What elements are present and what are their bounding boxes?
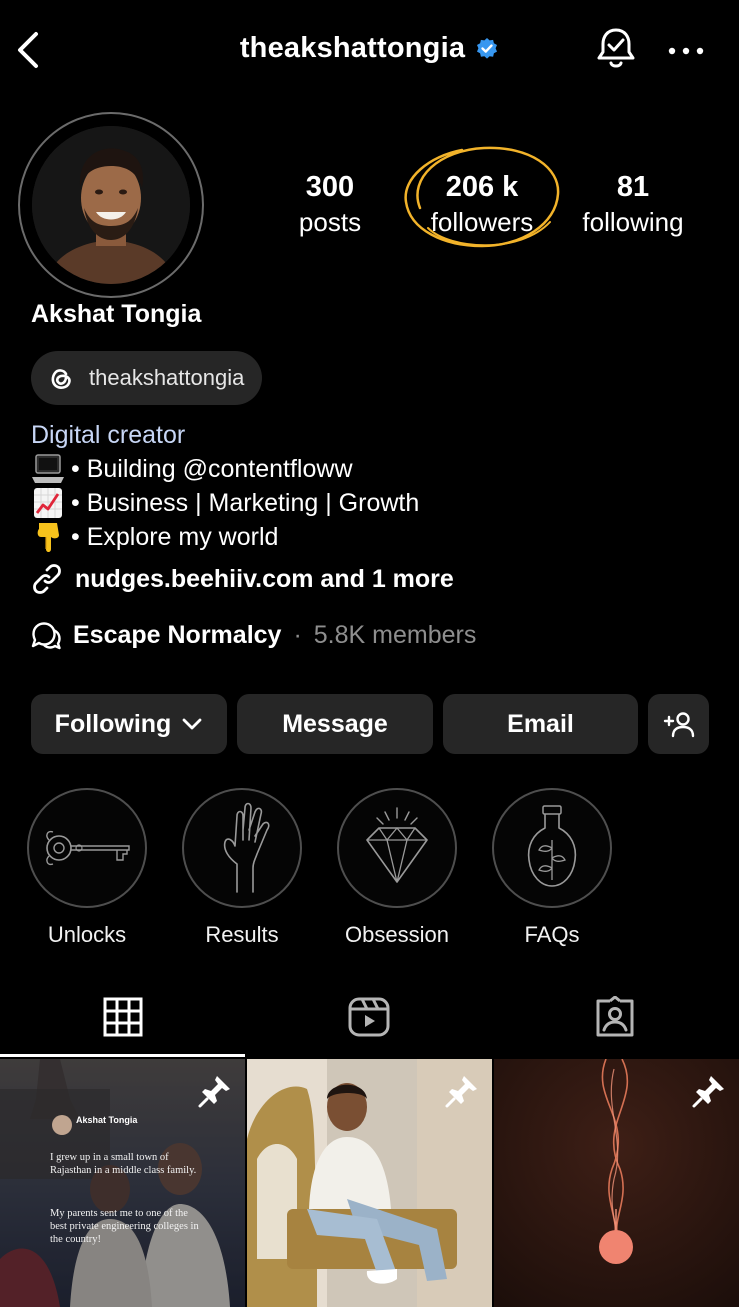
more-options-button[interactable] [666, 36, 706, 66]
tab-tagged[interactable] [594, 995, 634, 1038]
message-label: Message [282, 709, 388, 738]
post-text-1: I grew up in a small town of Rajasthan i… [50, 1152, 197, 1176]
more-horizontal-icon [668, 47, 704, 55]
highlight-faqs[interactable]: FAQs [490, 788, 614, 948]
bio-text-3: • Explore my world [71, 523, 279, 551]
threads-icon [51, 369, 71, 389]
tab-reels[interactable] [348, 996, 390, 1038]
avatar[interactable] [32, 126, 190, 284]
following-stat[interactable]: 81 following [572, 168, 694, 238]
posts-label: posts [298, 207, 362, 237]
following-label: Following [54, 709, 172, 738]
highlight-label: Results [205, 922, 279, 947]
bio-text-1: • Building @contentfloww [71, 455, 353, 483]
highlight-results[interactable]: Results [180, 788, 304, 948]
chat-bubbles-icon [31, 622, 61, 650]
community-members: 5.8K members [313, 620, 477, 649]
bio: Digital creator • Building @contentfloww… [31, 418, 419, 554]
link-text: nudges.beehiiv.com and 1 more [75, 564, 454, 593]
following-button[interactable]: Following [31, 694, 227, 754]
highlight-cover [27, 788, 147, 908]
diamond-icon [366, 807, 428, 883]
post-tile-1[interactable]: Akshat Tongia I grew up in a small town … [0, 1059, 245, 1307]
pin-icon [445, 1076, 477, 1108]
threads-handle: theakshattongia [89, 365, 245, 390]
post-tile-2[interactable] [247, 1059, 492, 1307]
username-title: theakshattongia [239, 32, 466, 64]
key-icon [46, 830, 130, 866]
notifications-button[interactable] [594, 26, 638, 72]
pin-icon [692, 1076, 724, 1108]
community-channel[interactable]: Escape Normalcy · 5.8K members [31, 620, 476, 650]
bio-text-2: • Business | Marketing | Growth [71, 489, 420, 517]
chart-increasing-emoji-icon [31, 487, 65, 519]
link-icon [33, 564, 61, 594]
email-button[interactable]: Email [443, 694, 638, 754]
highlight-cover [182, 788, 302, 908]
tab-grid[interactable] [103, 996, 143, 1038]
highlight-cover [492, 788, 612, 908]
reels-icon [348, 997, 390, 1037]
category-label[interactable]: Digital creator [31, 418, 419, 452]
chevron-down-icon [182, 718, 202, 730]
grid-icon [103, 997, 143, 1037]
selected-tab-indicator [0, 1054, 245, 1057]
potion-bottle-icon [527, 805, 577, 887]
post-author: Akshat Tongia [76, 1115, 138, 1125]
hand-icon [223, 802, 270, 893]
profile-photo [32, 126, 190, 284]
profile-name: Akshat Tongia [31, 300, 202, 328]
bio-line-1: • Building @contentfloww [31, 452, 419, 486]
tagged-icon [596, 995, 634, 1037]
threads-badge[interactable]: theakshattongia [31, 351, 263, 405]
pointing-down-emoji-icon [31, 521, 65, 553]
add-person-icon [663, 712, 694, 738]
post-text-2: My parents sent me to one of the best pr… [50, 1208, 199, 1245]
highlight-unlocks[interactable]: Unlocks [25, 788, 149, 948]
post-tile-3[interactable] [494, 1059, 739, 1307]
bio-line-3: • Explore my world [31, 520, 419, 554]
posts-stat[interactable]: 300 posts [280, 168, 380, 238]
email-label: Email [507, 709, 574, 738]
bio-line-2: • Business | Marketing | Growth [31, 486, 419, 520]
following-label: following [582, 207, 684, 237]
external-link[interactable]: nudges.beehiiv.com and 1 more [31, 563, 454, 595]
community-name: Escape Normalcy [73, 620, 282, 649]
highlight-obsession[interactable]: Obsession [335, 788, 459, 948]
community-separator: · [293, 620, 302, 649]
message-button[interactable]: Message [237, 694, 433, 754]
followers-highlight-circle [404, 146, 560, 248]
highlight-label: Unlocks [47, 922, 127, 947]
highlight-label: Obsession [345, 922, 449, 947]
following-count: 81 [616, 171, 650, 203]
bell-check-icon [597, 28, 635, 68]
highlight-cover [337, 788, 457, 908]
laptop-emoji-icon [31, 453, 65, 485]
posts-count: 300 [305, 171, 355, 203]
highlight-label: FAQs [524, 922, 580, 947]
verified-badge-icon [477, 37, 498, 59]
pin-icon [198, 1076, 230, 1108]
suggested-accounts-button[interactable] [648, 694, 709, 754]
